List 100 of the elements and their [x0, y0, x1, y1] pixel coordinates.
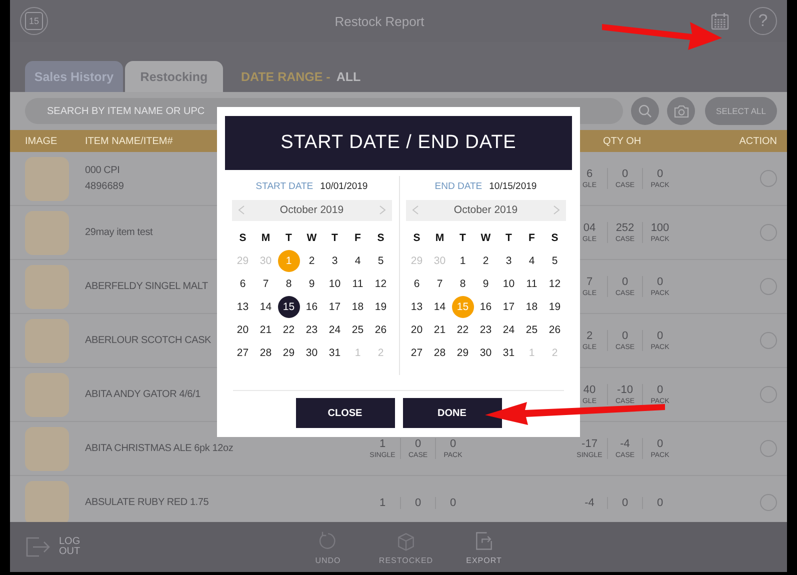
calendar-day[interactable]: 8	[278, 273, 300, 296]
calendar-day[interactable]: 9	[300, 273, 323, 296]
calendar-day[interactable]: 13	[406, 296, 428, 318]
calendar-day[interactable]: 19	[544, 296, 566, 318]
calendar-day[interactable]: 21	[254, 319, 277, 342]
calendar-day[interactable]: 21	[428, 319, 451, 342]
select-radio[interactable]	[760, 332, 777, 349]
calendar-day[interactable]: 28	[254, 342, 277, 364]
quantity-value: -17	[582, 438, 598, 450]
calendar-day[interactable]: 13	[232, 296, 254, 318]
select-radio[interactable]	[760, 170, 777, 187]
dialog-button[interactable]: DONE	[402, 398, 502, 428]
calendar-day[interactable]: 25	[346, 319, 369, 342]
logout-icon[interactable]	[25, 535, 51, 559]
chevron-left-icon[interactable]	[238, 205, 245, 216]
quantity-value: 0	[656, 496, 664, 508]
quantity-value: 0	[656, 276, 664, 288]
select-radio[interactable]	[760, 224, 777, 241]
calendar-icon[interactable]	[711, 12, 729, 30]
date-label: END DATE	[434, 180, 482, 192]
calendar-day[interactable]: 24	[324, 319, 346, 342]
calendar-day[interactable]: 28	[428, 342, 451, 364]
quantity-value: -4	[620, 438, 630, 450]
calendar-day[interactable]: 9	[474, 273, 497, 296]
calendar-day[interactable]: 26	[544, 319, 566, 342]
chevron-left-icon[interactable]	[412, 205, 419, 216]
calendar-day[interactable]: 6	[232, 273, 254, 296]
calendar-day[interactable]: 2	[474, 250, 497, 272]
calendar-day[interactable]: 22	[278, 319, 300, 342]
calendar-day[interactable]: 17	[498, 296, 520, 318]
item-name: ABERLOUR SCOTCH CASK	[85, 335, 212, 346]
weekday-label: S	[412, 231, 422, 246]
calendar-day[interactable]: 20	[232, 319, 254, 342]
calendar-day[interactable]: 29	[278, 342, 300, 364]
calendar-day[interactable]: 23	[300, 319, 323, 342]
calendar-day[interactable]: 16	[300, 296, 323, 318]
calendar-day[interactable]: 24	[498, 319, 520, 342]
calendar-day[interactable]: 11	[346, 273, 369, 296]
calendar-day[interactable]: 10	[324, 273, 346, 296]
calendar-day[interactable]: 31	[498, 342, 520, 364]
calendar-day[interactable]: 20	[406, 319, 428, 342]
select-radio[interactable]	[760, 386, 777, 403]
calendar-day[interactable]: 7	[254, 273, 277, 296]
weekday-label: M	[260, 231, 272, 246]
camera-button[interactable]	[667, 97, 695, 125]
item-name: 29may item test	[85, 227, 153, 238]
calendar-day[interactable]: 31	[324, 342, 346, 364]
chevron-right-icon[interactable]	[378, 205, 386, 216]
calendar-day[interactable]: 12	[370, 273, 392, 296]
calendar-day[interactable]: 5	[544, 250, 566, 272]
calendar-day[interactable]: 27	[232, 342, 254, 364]
calendar-day[interactable]: 18	[520, 296, 543, 318]
month-title: October 2019	[280, 204, 344, 216]
calendar-day[interactable]: 14	[428, 296, 451, 318]
calendar-day[interactable]: 5	[370, 250, 392, 272]
calendar-day[interactable]: 22	[452, 319, 474, 342]
calendar-day[interactable]: 11	[520, 273, 543, 296]
calendar-day[interactable]: 16	[474, 296, 497, 318]
calendar-day[interactable]: 3	[324, 250, 346, 272]
select-radio[interactable]	[760, 278, 777, 295]
dialog-button[interactable]: CLOSE	[296, 398, 394, 428]
date-value: 10/15/2019	[489, 180, 537, 192]
search-button[interactable]	[631, 97, 659, 125]
calendar-day[interactable]: 30	[474, 342, 497, 364]
calendar-day[interactable]: 19	[370, 296, 392, 318]
calendar-day[interactable]: 30	[300, 342, 323, 364]
calendar-day[interactable]: 29	[452, 342, 474, 364]
calendar-day[interactable]: 10	[498, 273, 520, 296]
quantity-value: 0	[622, 168, 628, 180]
calendar-day[interactable]: 6	[406, 273, 428, 296]
quantity-value: 1	[379, 496, 386, 508]
quantity-value: -4	[584, 496, 594, 508]
weekday-label: T	[284, 231, 293, 246]
date-value: 10/01/2019	[320, 180, 368, 192]
calendar-day[interactable]: 14	[254, 296, 277, 318]
calendar-day[interactable]: 8	[452, 273, 474, 296]
calendar-day[interactable]: 2	[300, 250, 323, 272]
calendar-day[interactable]: 17	[324, 296, 346, 318]
item-name: ABITA CHRISTMAS ALE 6pk 12oz	[85, 443, 234, 454]
calendar-day[interactable]: 12	[544, 273, 566, 296]
select-radio[interactable]	[760, 440, 777, 457]
calendar-day[interactable]: 23	[474, 319, 497, 342]
calendar-day[interactable]: 4	[520, 250, 543, 272]
calendar-day[interactable]: 1	[452, 250, 474, 272]
item-number: 4896689	[85, 181, 124, 192]
dialog-title: START DATE / END DATE	[225, 116, 572, 170]
calendar-day[interactable]: 3	[498, 250, 520, 272]
calendar-day[interactable]: 25	[520, 319, 543, 342]
weekday-label: S	[238, 231, 248, 246]
calendar-day[interactable]: 15	[278, 296, 300, 318]
weekday-label: T	[330, 231, 339, 246]
chevron-right-icon[interactable]	[552, 205, 560, 216]
select-radio[interactable]	[760, 494, 777, 511]
calendar-day[interactable]: 26	[370, 319, 392, 342]
calendar-day[interactable]: 7	[428, 273, 451, 296]
page-title: Restock Report	[334, 14, 426, 28]
quantity-value: 0	[656, 168, 664, 180]
calendar-day[interactable]: 18	[346, 296, 369, 318]
calendar-day[interactable]: 27	[406, 342, 428, 364]
calendar-day[interactable]: 4	[346, 250, 369, 272]
